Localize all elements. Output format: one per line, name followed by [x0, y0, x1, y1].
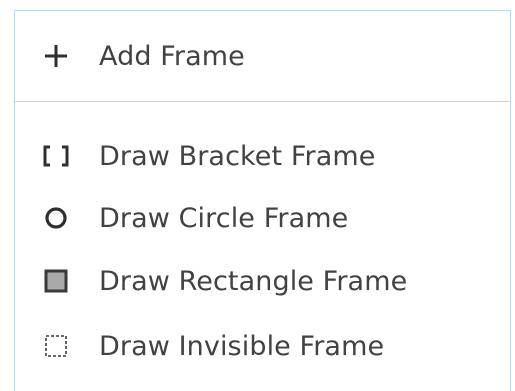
draw-circle-frame-label: Draw Circle Frame	[99, 202, 349, 234]
plus-icon	[42, 42, 70, 70]
draw-bracket-frame-label: Draw Bracket Frame	[99, 140, 376, 172]
draw-rectangle-frame-item[interactable]: Draw Rectangle Frame	[15, 252, 510, 310]
invisible-frame-icon	[42, 332, 70, 360]
bracket-frame-icon	[42, 142, 70, 170]
circle-frame-icon	[42, 204, 70, 232]
add-frame-label: Add Frame	[99, 40, 245, 72]
frame-menu: Add Frame Draw Bracket Frame Draw Circle…	[14, 10, 511, 391]
draw-invisible-frame-item[interactable]: Draw Invisible Frame	[15, 317, 510, 375]
draw-rectangle-frame-label: Draw Rectangle Frame	[99, 265, 408, 297]
rectangle-frame-icon	[42, 267, 70, 295]
draw-bracket-frame-item[interactable]: Draw Bracket Frame	[15, 127, 510, 185]
draw-circle-frame-item[interactable]: Draw Circle Frame	[15, 189, 510, 247]
add-frame-item[interactable]: Add Frame	[15, 27, 510, 85]
draw-invisible-frame-label: Draw Invisible Frame	[99, 330, 385, 362]
